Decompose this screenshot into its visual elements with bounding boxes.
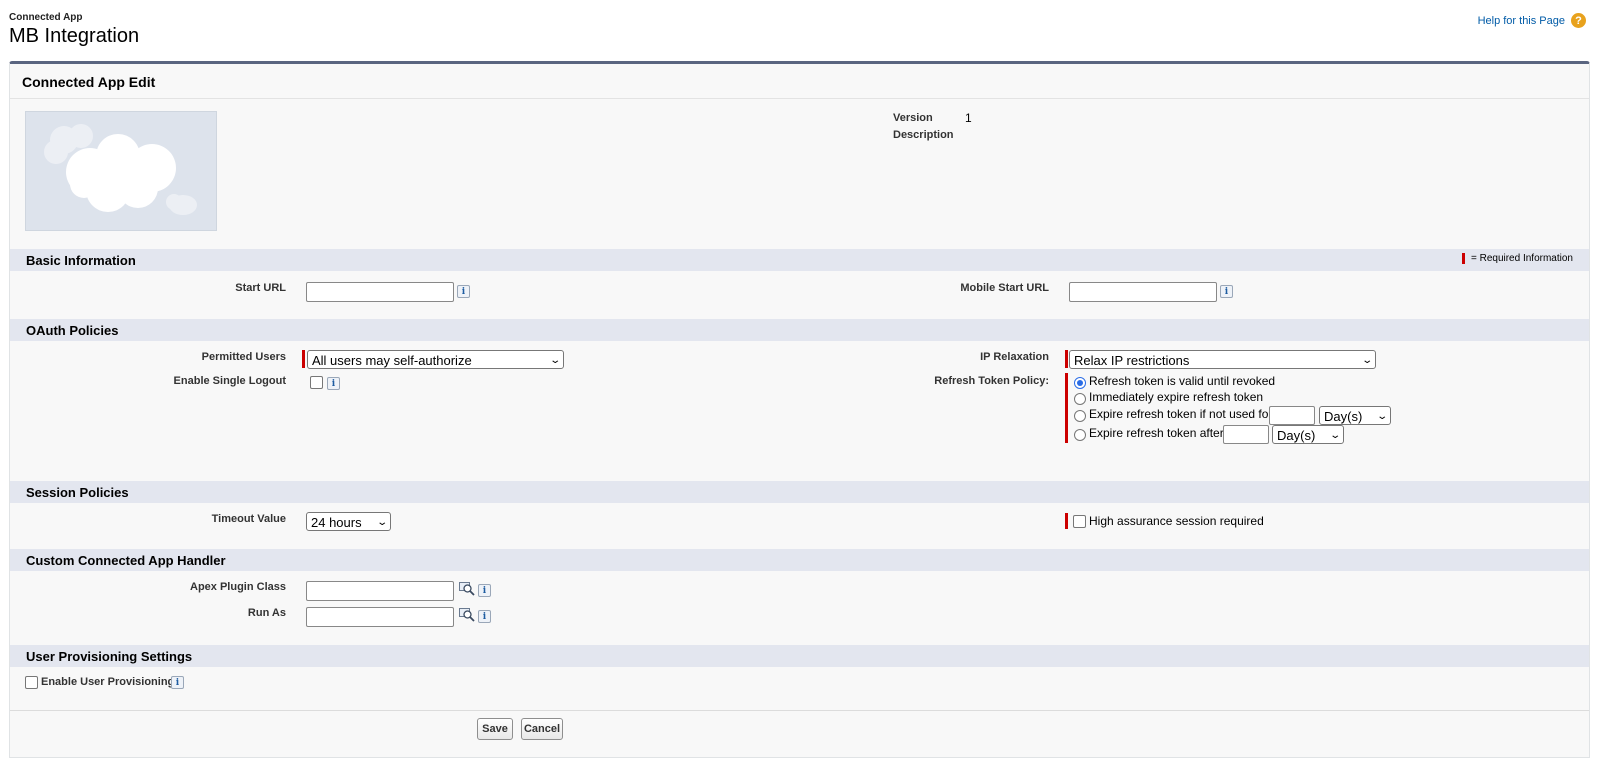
mobile-start-url-label: Mobile Start URL: [960, 282, 1049, 294]
required-indicator: [302, 350, 305, 368]
page-type: Connected App: [9, 12, 83, 23]
apex-plugin-class-input[interactable]: [306, 581, 454, 601]
high-assurance-checkbox[interactable]: [1073, 515, 1086, 528]
refresh-option-valid-until-revoked-radio[interactable]: [1074, 377, 1086, 389]
run-as-input[interactable]: [306, 607, 454, 627]
mobile-start-url-info-icon[interactable]: i: [1220, 285, 1233, 298]
refresh-option-label: Expire refresh token after: [1089, 426, 1224, 440]
ip-relaxation-value: Relax IP restrictions: [1074, 352, 1190, 368]
refresh-option-label: Expire refresh token if not used for: [1089, 407, 1273, 421]
lookup-icon[interactable]: [459, 608, 475, 622]
permitted-users-value: All users may self-authorize: [312, 352, 472, 368]
user-provisioning-info-icon[interactable]: i: [171, 676, 184, 689]
lookup-icon[interactable]: [459, 582, 475, 596]
page-title: MB Integration: [9, 25, 140, 47]
chevron-down-icon: ⌄: [1375, 410, 1388, 422]
section-oauth-policies: OAuth Policies: [10, 319, 1589, 341]
required-indicator: [1065, 513, 1068, 529]
cancel-button[interactable]: Cancel: [521, 718, 563, 740]
refresh-option-expire-if-not-used-radio[interactable]: [1074, 410, 1086, 422]
mobile-start-url-input[interactable]: [1069, 282, 1217, 302]
section-basic-information: Basic Information = Required Information: [10, 249, 1589, 271]
section-title: User Provisioning Settings: [26, 649, 193, 664]
required-indicator: [1065, 373, 1068, 443]
refresh-option-immediately-expire-radio[interactable]: [1074, 393, 1086, 405]
enable-single-logout-label: Enable Single Logout: [173, 375, 286, 387]
enable-user-provisioning-checkbox[interactable]: [25, 676, 38, 689]
single-logout-info-icon[interactable]: i: [327, 377, 340, 390]
panel-title-bar: Connected App Edit: [10, 64, 1589, 99]
expire-after-duration-input[interactable]: [1223, 425, 1269, 444]
page-header: Connected App MB Integration: [9, 12, 139, 48]
apex-plugin-info-icon[interactable]: i: [478, 584, 491, 597]
refresh-option-label: Refresh token is valid until revoked: [1089, 374, 1276, 388]
connected-app-edit-panel: Connected App Edit Version 1 Description: [9, 61, 1590, 758]
run-as-label: Run As: [247, 607, 286, 619]
expire-after-unit-select[interactable]: Day(s) ⌄: [1272, 425, 1344, 444]
help-icon[interactable]: ?: [1571, 13, 1586, 28]
not-used-unit-value: Day(s): [1324, 408, 1363, 424]
apex-plugin-class-label: Apex Plugin Class: [190, 581, 286, 593]
chevron-down-icon: ⌄: [1360, 354, 1373, 366]
ip-relaxation-label: IP Relaxation: [980, 351, 1049, 363]
app-logo: [25, 111, 217, 231]
cloud-logo-icon: [44, 124, 197, 215]
help-link[interactable]: Help for this Page ?: [1478, 13, 1586, 28]
expire-after-unit-value: Day(s): [1277, 427, 1316, 443]
not-used-unit-select[interactable]: Day(s) ⌄: [1319, 406, 1391, 425]
start-url-info-icon[interactable]: i: [457, 285, 470, 298]
run-as-info-icon[interactable]: i: [478, 610, 491, 623]
start-url-input[interactable]: [306, 282, 454, 302]
enable-user-provisioning-label: Enable User Provisioning: [41, 676, 175, 688]
enable-single-logout-checkbox[interactable]: [310, 376, 323, 389]
footer-divider: [10, 710, 1589, 711]
description-label: Description: [893, 129, 954, 141]
timeout-value-select[interactable]: 24 hours ⌄: [306, 512, 391, 531]
chevron-down-icon: ⌄: [548, 354, 561, 366]
panel-title: Connected App Edit: [22, 74, 156, 90]
section-title: Custom Connected App Handler: [26, 553, 226, 568]
timeout-value: 24 hours: [311, 514, 362, 530]
refresh-token-policy-label: Refresh Token Policy:: [934, 375, 1049, 387]
required-mark: [1461, 253, 1465, 264]
permitted-users-select[interactable]: All users may self-authorize ⌄: [307, 350, 564, 369]
refresh-option-expire-after-radio[interactable]: [1074, 429, 1086, 441]
section-custom-handler: Custom Connected App Handler: [10, 549, 1589, 571]
refresh-option-label: Immediately expire refresh token: [1089, 390, 1264, 404]
section-user-provisioning: User Provisioning Settings: [10, 645, 1589, 667]
required-indicator: [1065, 350, 1068, 368]
section-title: Session Policies: [26, 485, 129, 500]
ip-relaxation-select[interactable]: Relax IP restrictions ⌄: [1069, 350, 1376, 369]
chevron-down-icon: ⌄: [375, 516, 388, 528]
version-value: 1: [965, 111, 972, 125]
required-legend-text: = Required Information: [1470, 253, 1573, 264]
version-label: Version: [893, 112, 933, 124]
high-assurance-label: High assurance session required: [1089, 514, 1264, 528]
required-legend: = Required Information: [1461, 253, 1573, 264]
save-button[interactable]: Save: [477, 718, 513, 740]
help-link-text[interactable]: Help for this Page: [1478, 15, 1565, 27]
permitted-users-label: Permitted Users: [201, 351, 286, 363]
section-title: OAuth Policies: [26, 323, 119, 338]
timeout-value-label: Timeout Value: [211, 513, 286, 525]
start-url-label: Start URL: [235, 282, 286, 294]
chevron-down-icon: ⌄: [1328, 429, 1341, 441]
section-session-policies: Session Policies: [10, 481, 1589, 503]
not-used-duration-input[interactable]: [1269, 406, 1315, 425]
section-title: Basic Information: [26, 253, 136, 268]
